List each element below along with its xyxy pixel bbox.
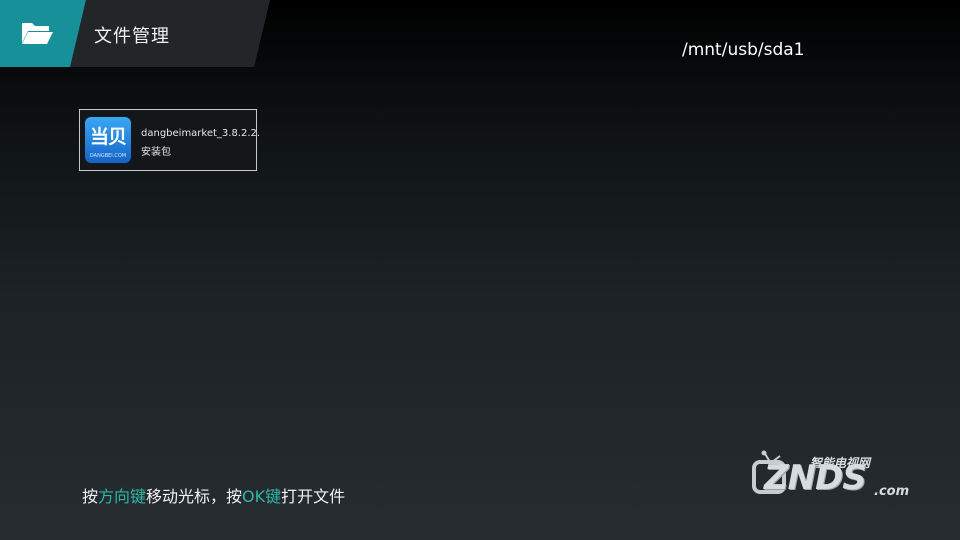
file-item-selected[interactable]: 当贝 DANGBEI.COM dangbeimarket_3.8.2.2. 安装… <box>79 109 261 171</box>
watermark-logo-text: ZNDS <box>764 458 867 498</box>
hint-text-1: 按 <box>82 487 99 506</box>
hint-text-3: 打开文件 <box>281 487 346 506</box>
app-package-icon: 当贝 DANGBEI.COM <box>85 117 131 163</box>
file-name: dangbeimarket_3.8.2.2. <box>141 128 261 139</box>
hint-key-direction: 方向键 <box>98 487 147 506</box>
app-icon-subtext: DANGBEI.COM <box>89 153 127 159</box>
watermark-suffix: .com <box>874 484 910 499</box>
hint-key-ok: OK键 <box>242 487 282 506</box>
app-icon-logo-text: 当贝 <box>89 126 127 148</box>
folder-open-icon <box>22 23 53 44</box>
znds-watermark: 智能电视网 ZNDS .com <box>746 438 916 508</box>
hint-text-2: 移动光标，按 <box>146 487 243 506</box>
current-path: /mnt/usb/sda1 <box>682 40 805 60</box>
page-title: 文件管理 <box>94 26 170 47</box>
navigation-hint: 按方向键移动光标，按OK键打开文件 <box>82 483 345 507</box>
file-type: 安装包 <box>141 147 171 158</box>
